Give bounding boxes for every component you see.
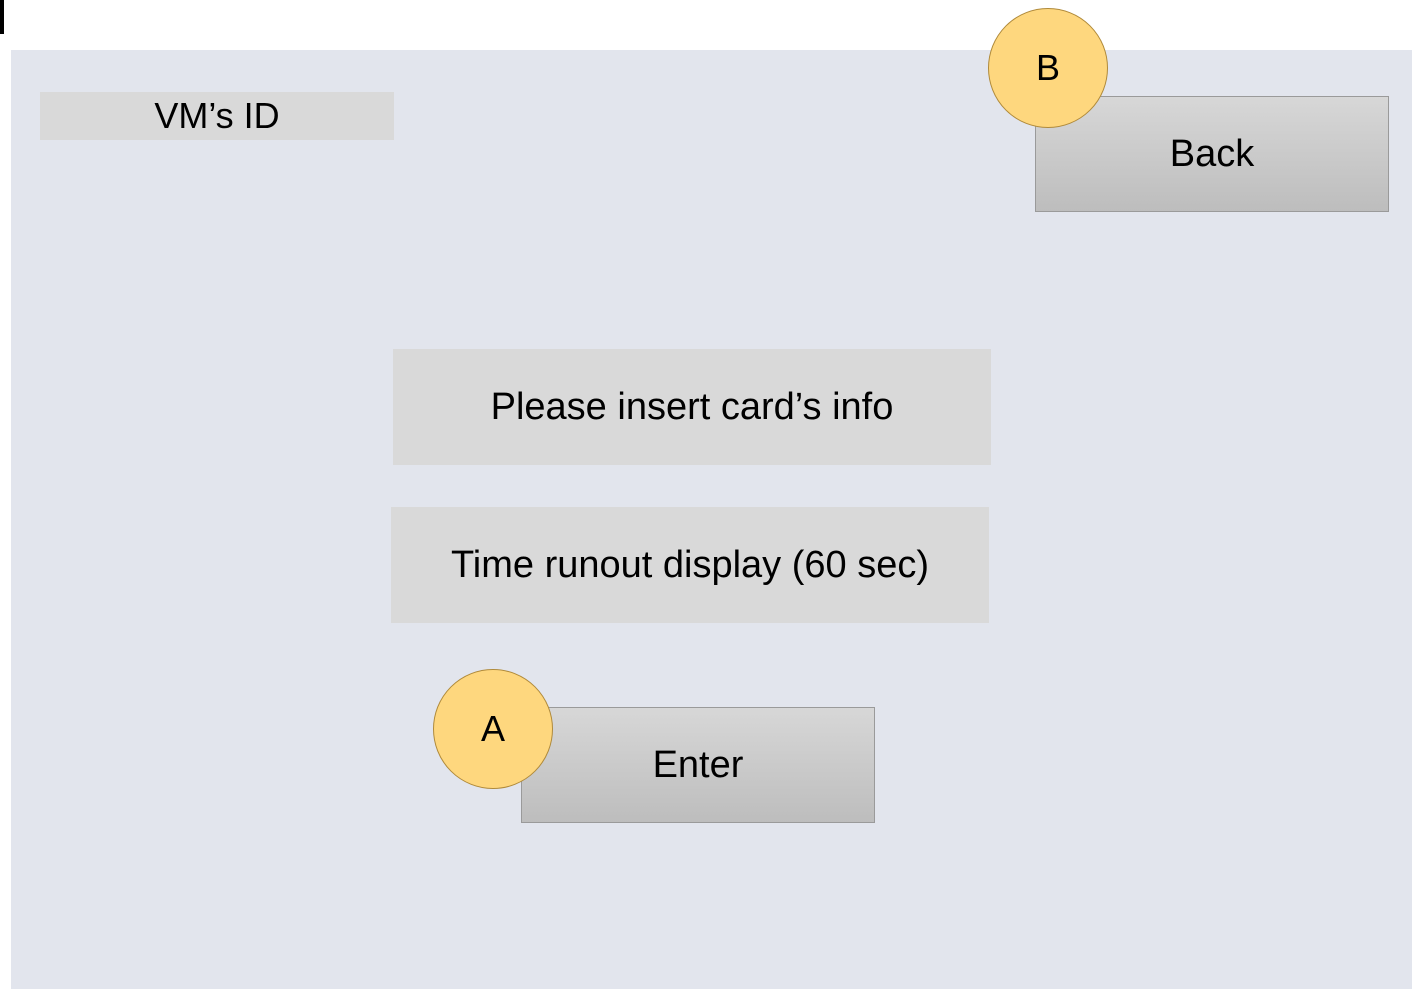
insert-card-message: Please insert card’s info: [393, 349, 991, 465]
vm-id-label: VM’s ID: [40, 92, 394, 140]
edge-mark: [0, 0, 4, 34]
back-button[interactable]: Back: [1035, 96, 1389, 212]
timer-display: Time runout display (60 sec): [391, 507, 989, 623]
annotation-marker-b: B: [988, 8, 1108, 128]
annotation-marker-a: A: [433, 669, 553, 789]
vending-screen: VM’s ID Back Please insert card’s info T…: [11, 8, 1412, 989]
enter-button[interactable]: Enter: [521, 707, 875, 823]
